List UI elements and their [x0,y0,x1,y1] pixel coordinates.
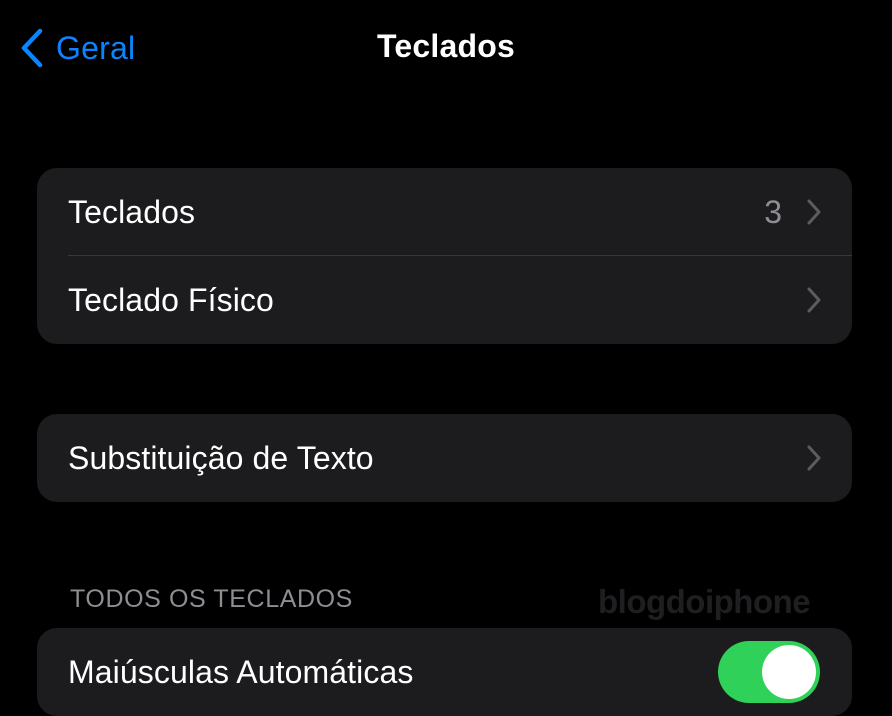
chevron-right-icon [807,199,821,225]
chevron-right-icon [807,287,821,313]
keyboards-row[interactable]: Teclados 3 [37,168,852,256]
auto-capitalization-toggle[interactable] [718,641,820,703]
text-replacement-group: Substituição de Texto [37,414,852,502]
auto-capitalization-row-label: Maiúsculas Automáticas [68,653,414,690]
watermark: blogdoiphone [598,583,811,620]
all-keyboards-group: Maiúsculas Automáticas [37,628,852,716]
page-title: Teclados [377,28,515,64]
keyboards-row-label: Teclados [68,193,196,230]
physical-keyboard-row[interactable]: Teclado Físico [37,256,852,344]
chevron-right-icon [807,445,821,471]
toggle-knob [762,645,816,699]
keyboards-group: Teclados 3 Teclado Físico [37,168,852,344]
keyboards-count: 3 [764,193,782,230]
auto-capitalization-row: Maiúsculas Automáticas [37,628,852,716]
text-replacement-row-label: Substituição de Texto [68,439,374,476]
text-replacement-row[interactable]: Substituição de Texto [37,414,852,502]
physical-keyboard-row-label: Teclado Físico [68,281,274,318]
section-header-all-keyboards: TODOS OS TECLADOS [70,585,353,613]
navigation-bar: Geral Teclados [0,0,892,96]
